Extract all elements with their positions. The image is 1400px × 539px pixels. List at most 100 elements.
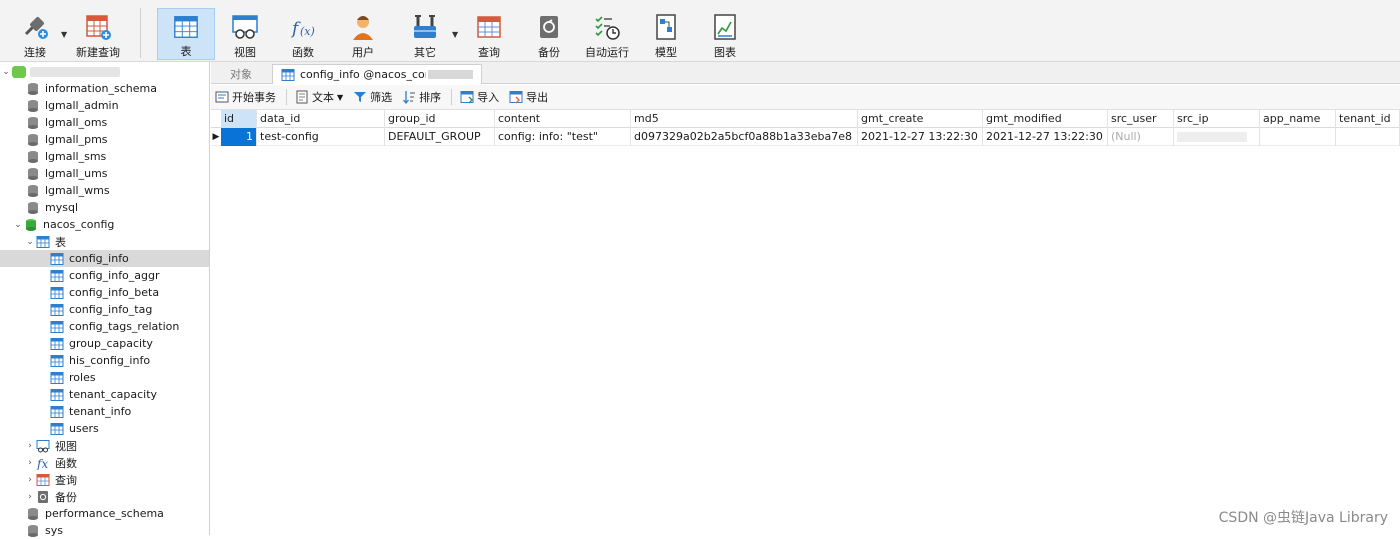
- backup-button[interactable]: 备份: [526, 8, 572, 60]
- database-node[interactable]: information_schema: [0, 80, 209, 97]
- table-item[interactable]: config_info_aggr: [0, 267, 209, 284]
- cell-src-ip[interactable]: [1174, 128, 1260, 146]
- chevron-down-icon[interactable]: ▼: [337, 93, 343, 102]
- database-name: sys: [45, 524, 63, 537]
- query-button[interactable]: 查询: [466, 8, 512, 60]
- model-button[interactable]: 模型: [643, 8, 689, 60]
- connection-node[interactable]: ⌄: [0, 63, 209, 80]
- table-item[interactable]: users: [0, 420, 209, 437]
- import-button[interactable]: 导入: [460, 89, 499, 105]
- function-icon: fx: [36, 457, 48, 470]
- export-icon: [509, 91, 523, 104]
- other-dropdown-icon[interactable]: ▼: [452, 30, 458, 39]
- table-item[interactable]: roles: [0, 369, 209, 386]
- tab-config-info[interactable]: config_info @nacos_config: [272, 64, 482, 84]
- new-query-button[interactable]: 新建查询: [74, 8, 122, 60]
- database-name: lgmall_sms: [45, 150, 107, 163]
- database-node[interactable]: lgmall_oms: [0, 114, 209, 131]
- view-button[interactable]: 视图: [222, 8, 268, 60]
- chevron-right-icon[interactable]: ›: [24, 475, 36, 485]
- chevron-down-icon[interactable]: ⌄: [0, 67, 12, 77]
- table-name: config_info: [69, 252, 129, 265]
- chevron-right-icon[interactable]: ›: [24, 492, 36, 502]
- database-node[interactable]: sys: [0, 522, 209, 539]
- transaction-icon: [215, 91, 229, 103]
- table-item[interactable]: config_info_beta: [0, 284, 209, 301]
- database-name: performance_schema: [45, 507, 164, 520]
- query-icon: [36, 473, 50, 486]
- cell-tenant-id[interactable]: [1336, 128, 1400, 146]
- database-node[interactable]: lgmall_admin: [0, 97, 209, 114]
- column-header-gmt-modified[interactable]: gmt_modified: [983, 110, 1108, 128]
- import-icon: [460, 91, 474, 104]
- database-node[interactable]: lgmall_wms: [0, 182, 209, 199]
- database-node[interactable]: lgmall_sms: [0, 148, 209, 165]
- auto-run-button[interactable]: 自动运行: [584, 8, 630, 60]
- connect-button[interactable]: 连接: [14, 8, 56, 60]
- grid-header-row: id data_id group_id content md5 gmt_crea…: [211, 110, 1400, 128]
- export-button[interactable]: 导出: [509, 89, 548, 105]
- cell-gmt-modified[interactable]: 2021-12-27 13:22:30: [983, 128, 1108, 146]
- table-item[interactable]: config_info_tag: [0, 301, 209, 318]
- cell-group-id[interactable]: DEFAULT_GROUP: [385, 128, 495, 146]
- functions-folder[interactable]: › fx 函数: [0, 454, 209, 471]
- table-icon: [50, 269, 64, 282]
- redacted-value: [1177, 132, 1247, 142]
- backups-folder[interactable]: › 备份: [0, 488, 209, 505]
- table-item[interactable]: group_capacity: [0, 335, 209, 352]
- database-node[interactable]: lgmall_ums: [0, 165, 209, 182]
- tab-objects[interactable]: 对象: [211, 64, 271, 84]
- views-folder[interactable]: › 视图: [0, 437, 209, 454]
- chevron-down-icon[interactable]: ⌄: [12, 220, 24, 230]
- table-item[interactable]: config_tags_relation: [0, 318, 209, 335]
- chevron-right-icon[interactable]: ›: [24, 458, 36, 468]
- cell-id[interactable]: 1: [221, 128, 257, 146]
- sort-button[interactable]: 排序: [402, 89, 441, 105]
- database-node[interactable]: mysql: [0, 199, 209, 216]
- column-header-data-id[interactable]: data_id: [257, 110, 385, 128]
- filter-button[interactable]: 筛选: [353, 89, 392, 105]
- cell-data-id[interactable]: test-config: [257, 128, 385, 146]
- table-item[interactable]: his_config_info: [0, 352, 209, 369]
- database-node-open[interactable]: ⌄ nacos_config: [0, 216, 209, 233]
- database-name: lgmall_oms: [45, 116, 108, 129]
- cell-src-user[interactable]: (Null): [1108, 128, 1174, 146]
- column-header-id[interactable]: id: [221, 110, 257, 128]
- table-item-config-info[interactable]: config_info: [0, 250, 209, 267]
- begin-transaction-button[interactable]: 开始事务: [215, 89, 276, 105]
- database-node[interactable]: lgmall_pms: [0, 131, 209, 148]
- svg-text:(x): (x): [300, 25, 315, 38]
- column-header-md5[interactable]: md5: [631, 110, 858, 128]
- chevron-down-icon[interactable]: ⌄: [24, 237, 36, 247]
- table-row[interactable]: ▶ 1 test-config DEFAULT_GROUP config: in…: [211, 128, 1400, 146]
- cell-app-name[interactable]: [1260, 128, 1336, 146]
- other-button[interactable]: 其它: [402, 8, 448, 60]
- column-header-src-user[interactable]: src_user: [1108, 110, 1174, 128]
- table-item[interactable]: tenant_capacity: [0, 386, 209, 403]
- queries-folder[interactable]: › 查询: [0, 471, 209, 488]
- tables-folder[interactable]: ⌄ 表: [0, 233, 209, 250]
- chevron-right-icon[interactable]: ›: [24, 441, 36, 451]
- column-header-content[interactable]: content: [495, 110, 631, 128]
- column-header-gmt-create[interactable]: gmt_create: [858, 110, 983, 128]
- database-icon: [28, 507, 38, 520]
- column-header-app-name[interactable]: app_name: [1260, 110, 1336, 128]
- user-button[interactable]: 用户: [340, 8, 386, 60]
- column-header-src-ip[interactable]: src_ip: [1174, 110, 1260, 128]
- table-icon: [50, 252, 64, 265]
- connect-dropdown-icon[interactable]: ▼: [61, 30, 67, 39]
- cell-gmt-create[interactable]: 2021-12-27 13:22:30: [858, 128, 983, 146]
- text-view-button[interactable]: 文本 ▼: [295, 89, 343, 105]
- chart-button[interactable]: 图表: [702, 8, 748, 60]
- function-button[interactable]: f (x) 函数: [280, 8, 326, 60]
- view-icon: [232, 15, 258, 39]
- table-item[interactable]: tenant_info: [0, 403, 209, 420]
- table-button[interactable]: 表: [157, 8, 215, 60]
- toolbar-separator: [286, 89, 287, 105]
- cell-md5[interactable]: d097329a02b2a5bcf0a88b1a33eba7e8: [631, 128, 858, 146]
- column-header-group-id[interactable]: group_id: [385, 110, 495, 128]
- column-header-tenant-id[interactable]: tenant_id: [1336, 110, 1400, 128]
- cell-content[interactable]: config: info: "test": [495, 128, 631, 146]
- database-node[interactable]: performance_schema: [0, 505, 209, 522]
- table-icon: [50, 320, 64, 333]
